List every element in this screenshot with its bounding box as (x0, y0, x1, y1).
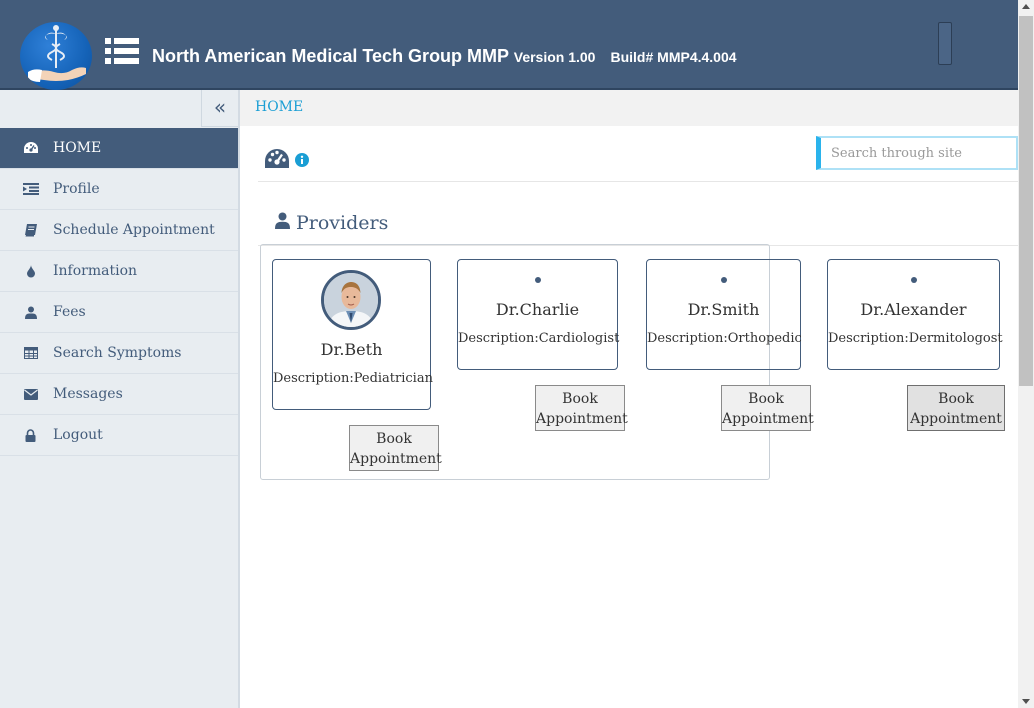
envelope-icon (0, 388, 53, 400)
sidebar-item-home[interactable]: HOME (0, 128, 238, 169)
provider-card: Dr.Beth Description:Pediatrician (272, 259, 433, 410)
app-logo (20, 22, 92, 90)
book-appointment-button[interactable]: Book Appointment (907, 385, 1005, 431)
provider-avatar-placeholder (910, 277, 917, 283)
sidebar-item-fees[interactable]: Fees (0, 292, 238, 333)
sidebar-collapse-button[interactable]: « (201, 90, 238, 127)
lock-icon (0, 428, 53, 442)
breadcrumb-bar: HOME (240, 90, 1018, 126)
button-label: Appointment (350, 451, 442, 467)
sidebar-item-label: Search Symptoms (53, 345, 182, 361)
provider-avatar-placeholder (720, 277, 727, 283)
button-label: Appointment (910, 411, 1002, 427)
provider-name: Dr.Beth (320, 340, 383, 359)
provider-card: Dr.Charlie Description:Cardiologist (457, 259, 620, 370)
sidebar-item-label: HOME (53, 140, 102, 156)
book-appointment-button[interactable]: Book Appointment (349, 425, 442, 471)
sidebar: « HOME Profile Schedule Appointment Info… (0, 90, 240, 708)
book-icon (0, 223, 53, 237)
dashboard-icon (0, 141, 53, 155)
button-label: Book (938, 391, 974, 407)
sidebar-item-label: Logout (53, 427, 103, 443)
page-scrollbar[interactable] (1018, 0, 1034, 708)
provider-name: Dr.Smith (687, 300, 760, 319)
provider-description: Description:Pediatrician (273, 371, 433, 386)
sidebar-item-label: Messages (53, 386, 123, 402)
user-icon (0, 306, 53, 319)
app-version: Version 1.00 (513, 49, 596, 65)
dashboard-header-icons (264, 148, 309, 174)
provider-avatar-placeholder (534, 277, 541, 283)
button-label: Appointment (722, 411, 814, 427)
sidebar-item-label: Schedule Appointment (53, 222, 215, 238)
menu-toggle-icon[interactable] (105, 38, 139, 64)
sidebar-item-label: Fees (53, 304, 86, 320)
sidebar-item-search-symptoms[interactable]: Search Symptoms (0, 333, 238, 374)
scroll-up-arrow-icon[interactable] (1022, 4, 1030, 9)
scroll-thumb[interactable] (1019, 16, 1033, 386)
divider (258, 181, 1018, 182)
user-icon (275, 212, 290, 234)
provider-card: Dr.Alexander Description:Dermitologost (827, 259, 1003, 370)
button-label: Book (748, 391, 784, 407)
sidebar-item-messages[interactable]: Messages (0, 374, 238, 415)
table-icon (0, 347, 53, 359)
book-appointment-button[interactable]: Book Appointment (535, 385, 628, 431)
sidebar-nav: HOME Profile Schedule Appointment Inform… (0, 128, 238, 456)
indent-icon (0, 183, 53, 195)
sidebar-item-logout[interactable]: Logout (0, 415, 238, 456)
provider-description: Description:Cardiologist (458, 331, 620, 346)
section-title: Providers (275, 212, 388, 234)
header-user-button[interactable] (938, 22, 952, 65)
button-label: Book (376, 431, 412, 447)
provider-card: Dr.Smith Description:Orthopedic (646, 259, 802, 370)
app-header: North American Medical Tech Group MMP Ve… (0, 0, 1018, 90)
provider-name: Dr.Alexander (860, 300, 967, 319)
breadcrumb[interactable]: HOME (255, 99, 303, 115)
info-icon[interactable] (295, 152, 309, 171)
sidebar-item-label: Profile (53, 181, 100, 197)
section-title-text: Providers (296, 212, 389, 234)
button-label: Appointment (536, 411, 628, 427)
app-build: Build# MMP4.4.004 (610, 49, 737, 65)
sidebar-item-information[interactable]: Information (0, 251, 238, 292)
scroll-down-arrow-icon[interactable] (1022, 699, 1030, 704)
drop-icon (0, 264, 53, 278)
provider-description: Description:Dermitologost (828, 331, 1003, 346)
double-chevron-left-icon: « (213, 95, 227, 119)
dashboard-icon (264, 148, 290, 174)
button-label: Book (562, 391, 598, 407)
sidebar-item-schedule-appointment[interactable]: Schedule Appointment (0, 210, 238, 251)
provider-description: Description:Orthopedic (647, 331, 802, 346)
provider-name: Dr.Charlie (495, 300, 580, 319)
sidebar-item-label: Information (53, 263, 138, 279)
app-title: North American Medical Tech Group MMP Ve… (152, 46, 737, 67)
book-appointment-button[interactable]: Book Appointment (721, 385, 814, 431)
provider-avatar (321, 270, 381, 330)
app-name: North American Medical Tech Group MMP (152, 46, 509, 66)
sidebar-item-profile[interactable]: Profile (0, 169, 238, 210)
search-input[interactable] (816, 136, 1018, 170)
